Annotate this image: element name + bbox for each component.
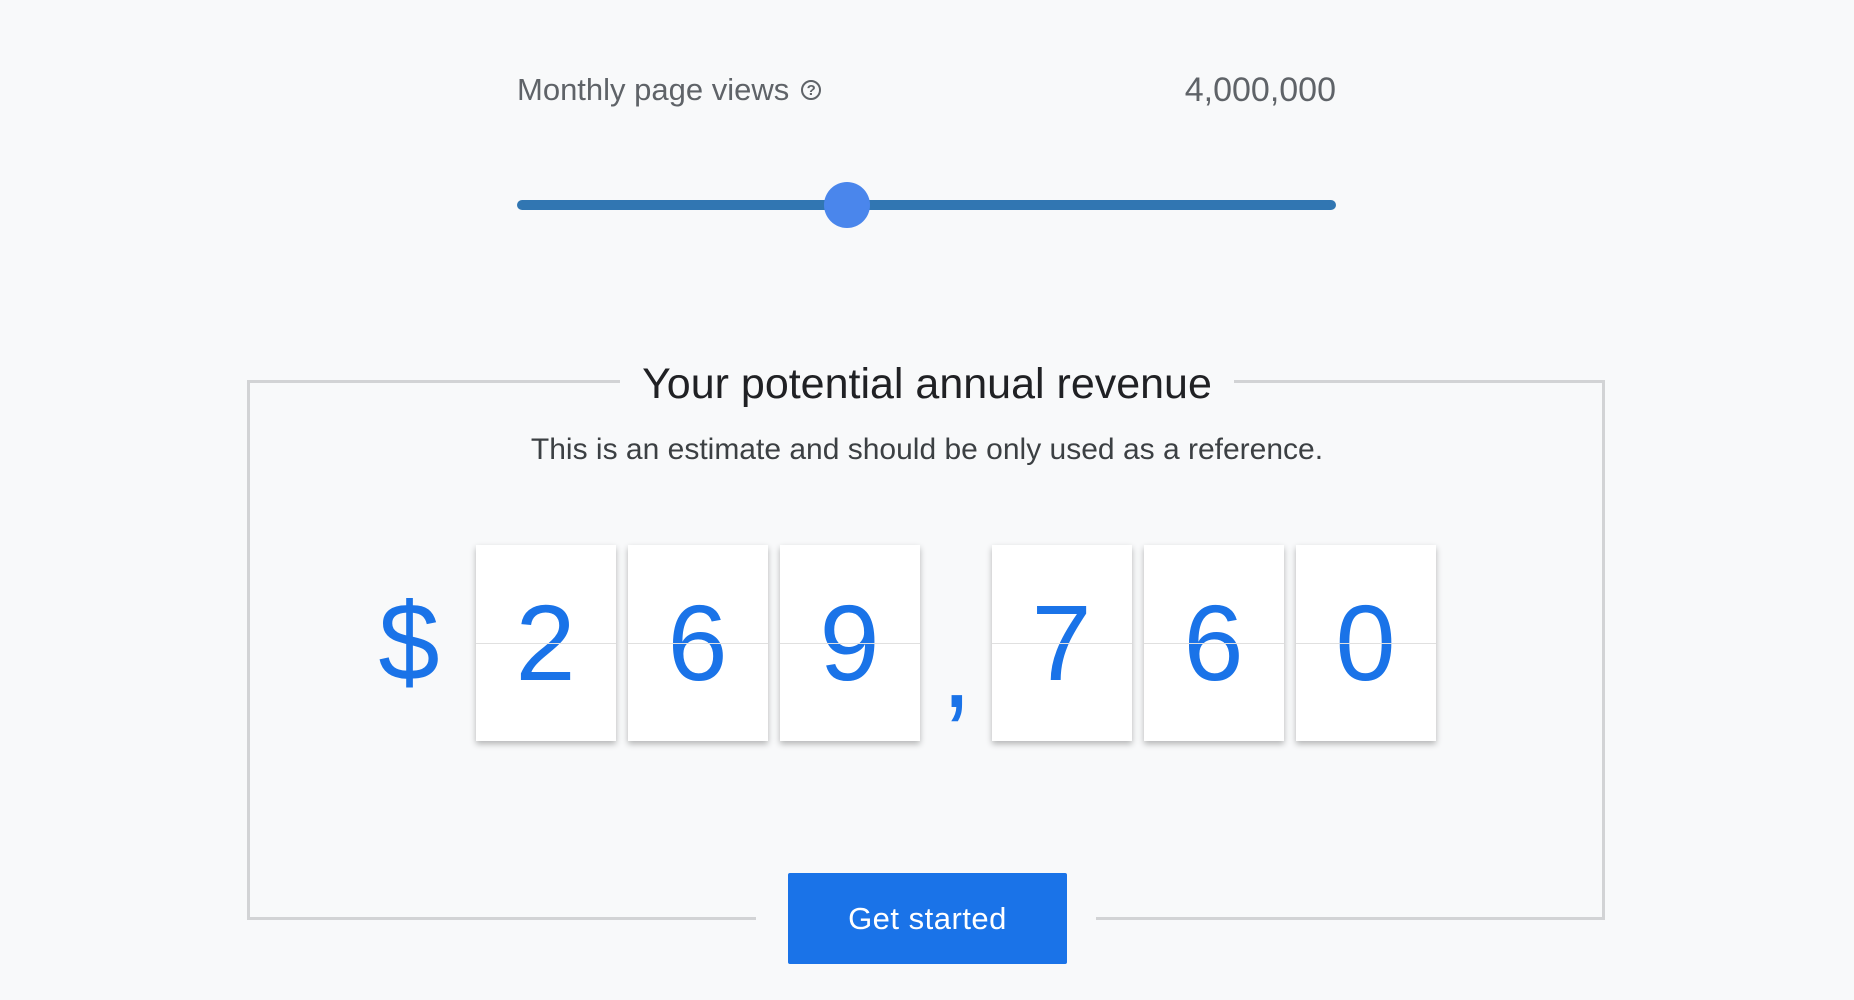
- slider-track[interactable]: [517, 200, 1336, 210]
- page-views-value: 4,000,000: [1184, 71, 1336, 109]
- digit-card: 2: [475, 545, 616, 741]
- question-circle-icon[interactable]: ?: [801, 80, 822, 100]
- revenue-subtitle: This is an estimate and should be only u…: [530, 433, 1324, 466]
- digit-card: 9: [779, 545, 920, 741]
- digit-card: 7: [991, 545, 1132, 741]
- page-views-label: Monthly page views: [517, 72, 790, 107]
- digit-card: 0: [1295, 545, 1436, 741]
- get-started-button[interactable]: Get started: [788, 873, 1067, 964]
- slider-thumb[interactable]: [824, 182, 871, 228]
- thousands-separator: ,: [941, 608, 972, 731]
- digit-card: 6: [1143, 545, 1284, 741]
- revenue-calculator: Monthly page views ? 4,000,000 Your pote…: [0, 0, 1854, 1000]
- page-views-slider[interactable]: [517, 182, 1336, 228]
- currency-symbol: $: [378, 581, 440, 704]
- page-views-label-group: Monthly page views ?: [517, 68, 822, 112]
- revenue-counter: $ 2 6 9 , 7 6 0: [0, 545, 1854, 741]
- digit-card: 6: [627, 545, 768, 741]
